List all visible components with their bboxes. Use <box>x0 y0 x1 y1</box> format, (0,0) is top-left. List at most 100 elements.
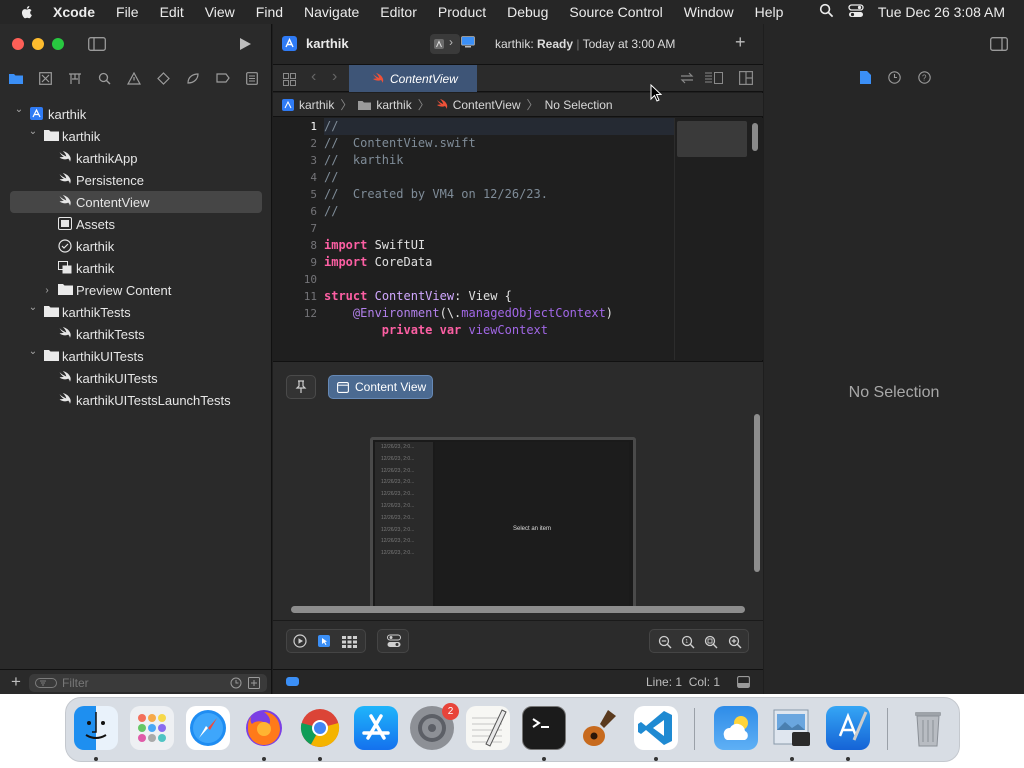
control-center-icon[interactable] <box>848 3 864 21</box>
app-menu[interactable]: Xcode <box>53 4 95 20</box>
spotlight-icon[interactable] <box>819 3 834 21</box>
chevron-down-icon[interactable]: ⌄ <box>28 126 38 137</box>
zoom-actual-size-icon[interactable]: 1 <box>681 635 695 654</box>
navigate-menu[interactable]: Navigate <box>304 4 359 20</box>
code-line[interactable]: // Created by VM4 on 12/26/23. <box>324 186 674 203</box>
find-navigator-icon[interactable] <box>98 71 111 85</box>
related-items-icon[interactable] <box>283 73 296 86</box>
project-tree-item[interactable]: ⌄ karthikUITests <box>10 345 262 367</box>
split-editor-icon[interactable] <box>739 71 753 85</box>
code-text[interactable]: //// ContentView.swift// karthik//// Cre… <box>324 118 674 360</box>
menubar-clock[interactable]: Tue Dec 26 3:08 AM <box>878 4 1005 20</box>
close-window-button[interactable] <box>12 38 24 50</box>
test-navigator-icon[interactable] <box>157 71 170 85</box>
pin-preview-button[interactable] <box>286 375 316 399</box>
chrome-icon[interactable] <box>298 706 342 750</box>
project-tree-item[interactable]: karthikApp <box>10 147 262 169</box>
chevron-down-icon[interactable]: ⌄ <box>28 302 38 313</box>
back-arrow-icon[interactable]: ‹ <box>311 68 316 86</box>
issue-navigator-icon[interactable] <box>127 71 141 85</box>
project-title[interactable]: karthik <box>306 36 349 51</box>
chevron-down-icon[interactable]: ⌄ <box>14 104 24 115</box>
run-button[interactable] <box>238 37 252 56</box>
launchpad-icon[interactable] <box>130 706 174 750</box>
navigator-filter-field[interactable]: Filter <box>29 674 267 692</box>
code-line[interactable]: // <box>324 118 674 135</box>
recent-files-icon[interactable] <box>230 677 242 689</box>
safari-icon[interactable] <box>186 706 230 750</box>
project-tree-item[interactable]: ContentView <box>10 191 262 213</box>
code-line[interactable]: // ContentView.swift <box>324 135 674 152</box>
zoom-to-fit-icon[interactable] <box>704 635 718 654</box>
project-tree-item[interactable]: Assets <box>10 213 262 235</box>
editor-menu[interactable]: Editor <box>380 4 417 20</box>
content-view-preview-button[interactable]: Content View <box>328 375 433 399</box>
breadcrumb-symbol[interactable]: No Selection <box>545 98 613 112</box>
zoom-in-icon[interactable] <box>728 635 742 654</box>
project-tree-item[interactable]: ⌄ karthik <box>10 103 262 125</box>
code-line[interactable]: import CoreData <box>324 254 674 271</box>
textedit-icon[interactable] <box>466 706 510 750</box>
preview-icon[interactable] <box>770 706 814 750</box>
breakpoint-navigator-icon[interactable] <box>216 71 230 85</box>
forward-arrow-icon[interactable]: › <box>332 68 337 86</box>
device-settings-button[interactable] <box>377 629 409 653</box>
terminal-icon[interactable] <box>522 706 566 750</box>
code-line[interactable] <box>324 220 674 237</box>
edit-menu[interactable]: Edit <box>160 4 184 20</box>
inspector-toggle-icon[interactable] <box>990 37 1008 51</box>
weather-icon[interactable] <box>714 706 758 750</box>
project-tree-item[interactable]: › Preview Content <box>10 279 262 301</box>
zoom-window-button[interactable] <box>52 38 64 50</box>
device-preview[interactable]: 12/26/23, 2:0... 12/26/23, 2:0... 12/26/23… <box>370 437 636 607</box>
code-line[interactable] <box>324 271 674 288</box>
scheme-selector[interactable]: › <box>430 34 460 54</box>
project-tree-item[interactable]: karthikUITestsLaunchTests <box>10 389 262 411</box>
zoom-out-icon[interactable] <box>658 635 672 654</box>
window-menu[interactable]: Window <box>684 4 734 20</box>
vscode-icon[interactable] <box>634 706 678 750</box>
finder-icon[interactable] <box>74 706 118 750</box>
trash-icon[interactable] <box>906 706 950 750</box>
breadcrumb-project[interactable]: karthik <box>282 98 334 112</box>
live-preview-button[interactable] <box>293 634 307 653</box>
variants-button[interactable] <box>342 635 357 653</box>
garageband-icon[interactable] <box>578 706 622 750</box>
file-menu[interactable]: File <box>116 4 139 20</box>
file-inspector-icon[interactable] <box>860 71 871 84</box>
breadcrumb-file[interactable]: ContentView <box>436 98 521 112</box>
project-tree-item[interactable]: Persistence <box>10 169 262 191</box>
tab-contentview[interactable]: ContentView <box>349 65 477 92</box>
chevron-down-icon[interactable]: ⌄ <box>28 346 38 357</box>
debug-menu[interactable]: Debug <box>507 4 548 20</box>
report-navigator-icon[interactable] <box>246 71 258 85</box>
find-menu[interactable]: Find <box>256 4 283 20</box>
mac-destination-icon[interactable] <box>461 36 475 48</box>
editor-vertical-scrollbar[interactable] <box>752 123 758 151</box>
code-line[interactable]: import SwiftUI <box>324 237 674 254</box>
chevron-right-icon[interactable]: › <box>42 285 52 296</box>
apple-menu-icon[interactable] <box>19 4 35 20</box>
project-tree-item[interactable]: karthikTests <box>10 323 262 345</box>
code-line[interactable]: @Environment(\.managedObjectContext) <box>324 305 674 322</box>
code-line[interactable]: // <box>324 169 674 186</box>
source-editor[interactable]: 12345678910111213 //// ContentView.swift… <box>273 118 763 360</box>
product-menu[interactable]: Product <box>438 4 486 20</box>
debug-navigator-icon[interactable] <box>186 71 200 85</box>
add-file-button[interactable]: + <box>11 672 21 692</box>
add-tab-button[interactable]: + <box>735 32 746 53</box>
source-control-navigator-icon[interactable] <box>39 71 52 85</box>
history-inspector-icon[interactable] <box>888 71 901 84</box>
canvas-vertical-scrollbar[interactable] <box>754 414 760 572</box>
code-line[interactable]: struct ContentView: View { <box>324 288 674 305</box>
selectable-mode-button[interactable] <box>317 634 331 653</box>
project-tree-item[interactable]: karthikUITests <box>10 367 262 389</box>
sidebar-toggle-icon[interactable] <box>88 37 106 56</box>
project-tree-item[interactable]: ⌄ karthikTests <box>10 301 262 323</box>
project-tree-item[interactable]: karthik <box>10 235 262 257</box>
minimap-visible-region[interactable] <box>677 121 747 157</box>
code-line[interactable] <box>324 339 674 356</box>
code-line[interactable]: // karthik <box>324 152 674 169</box>
view-menu[interactable]: View <box>205 4 235 20</box>
project-tree-item[interactable]: karthik <box>10 257 262 279</box>
